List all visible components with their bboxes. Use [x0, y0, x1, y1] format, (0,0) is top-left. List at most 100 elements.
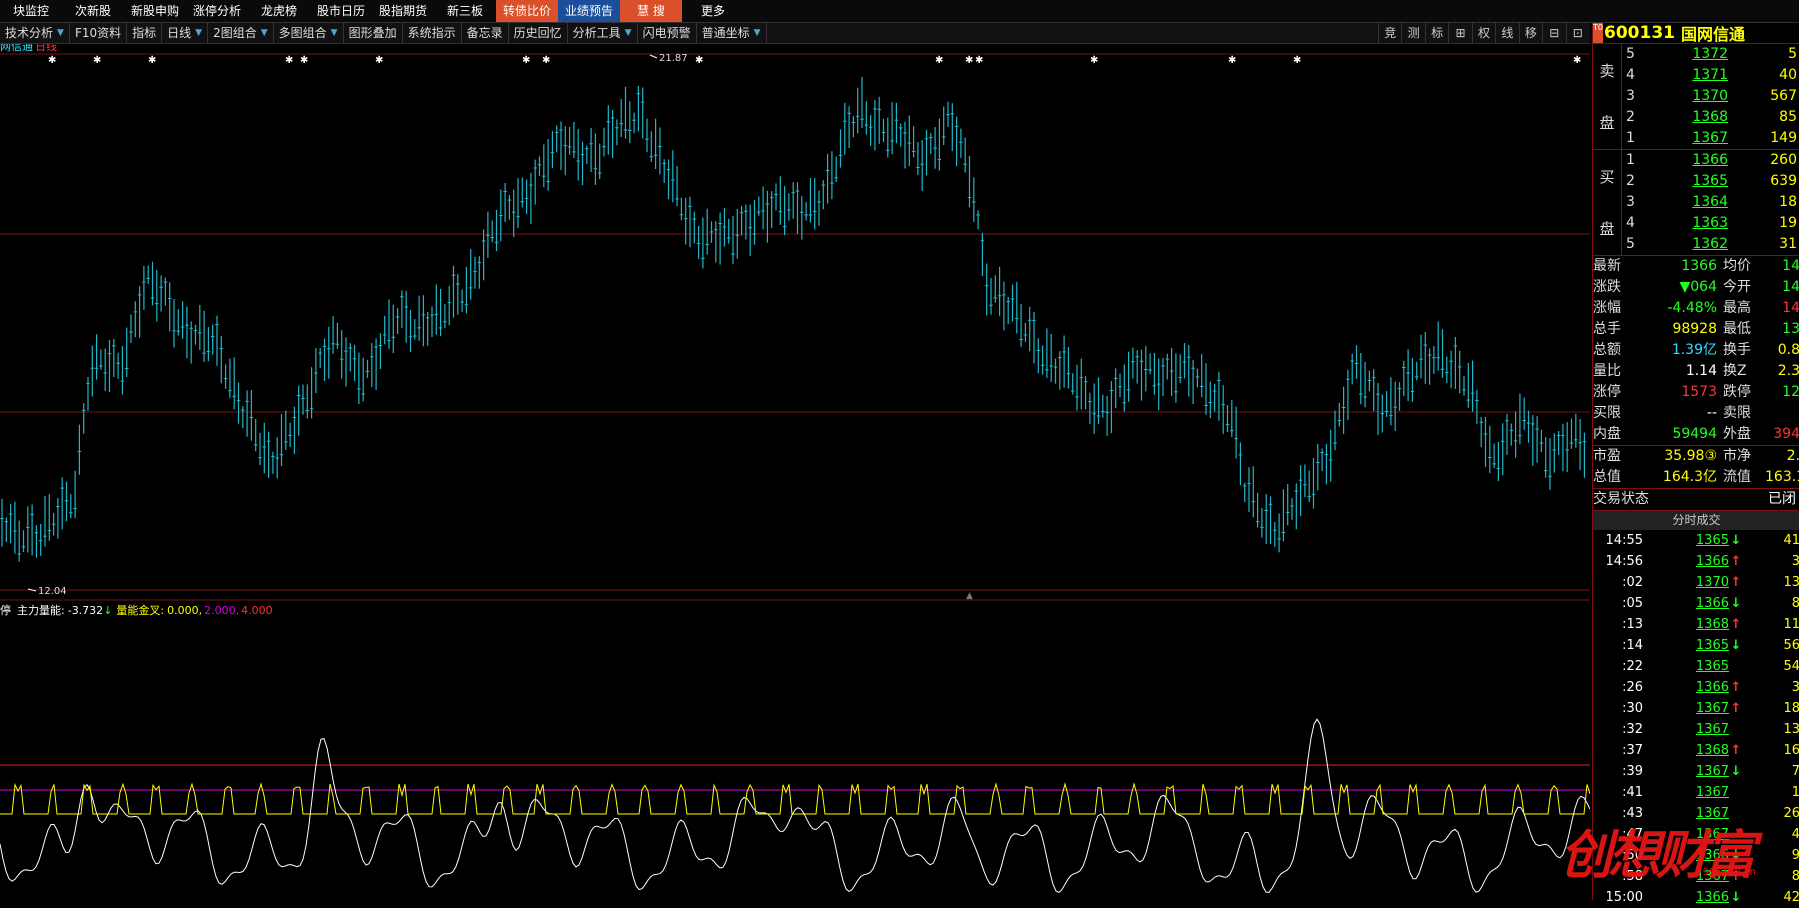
tick-list[interactable]: 14:55 1365 ↓ 41 14:56 1366 ↑ 3:02 1370 ↑ 13:05 1366… [1593, 530, 1799, 908]
tick-volume: 13 [1783, 575, 1799, 590]
buy-order-row[interactable]: 2 1365 639 [1622, 171, 1799, 192]
tick-time: :14 [1622, 638, 1643, 653]
buy-order-row[interactable]: 5 1362 31 [1622, 234, 1799, 255]
right-tool-1[interactable]: 测 [1401, 23, 1424, 43]
toolbar-item-10[interactable]: 分析工具 ▼ [568, 23, 638, 43]
buy-vol: 18 [1779, 194, 1797, 210]
ticks-header[interactable]: 分时成交 [1593, 510, 1799, 530]
buy-order-row[interactable]: 4 1363 19 [1622, 213, 1799, 234]
buy-level: 3 [1626, 194, 1635, 210]
tick-row: :47 1367 4 [1593, 824, 1799, 845]
sell-order-row[interactable]: 5 1372 5 [1622, 44, 1799, 65]
toolbar-item-1[interactable]: F10资料 [70, 23, 128, 43]
nav-item-11[interactable]: 更多 [682, 0, 744, 22]
nav-item-8[interactable]: 转债比价 [496, 0, 558, 22]
top-navigation: 块监控 次新股 新股申购 涨停分析 龙虎榜 股市日历 股指期货 新三板 转债比价 业绩预告慧 搜更… [0, 0, 1799, 23]
nav-item-1[interactable]: 次新股 [62, 0, 124, 22]
quote-l2: 市净 [1723, 448, 1751, 464]
event-marker[interactable]: ✱ [522, 55, 530, 66]
quote-l2: 卖限 [1723, 405, 1751, 421]
down-arrow-icon: ↓ [1730, 533, 1742, 548]
nav-item-10[interactable]: 慧 搜 [620, 0, 682, 22]
toolbar-item-label: 普通坐标 [701, 26, 750, 40]
dropdown-arrow-icon[interactable]: ▼ [331, 23, 338, 43]
nav-item-9[interactable]: 业绩预告 [558, 0, 620, 22]
nav-item-4[interactable]: 龙虎榜 [248, 0, 310, 22]
sell-order-row[interactable]: 2 1368 85 [1622, 107, 1799, 128]
sell-order-row[interactable]: 4 1371 40 [1622, 65, 1799, 86]
event-marker[interactable]: ✱ [975, 55, 983, 66]
tick-row: :32 1367 13 [1593, 719, 1799, 740]
right-tool-6[interactable]: 移 [1518, 23, 1542, 43]
sell-order-row[interactable]: 3 1370 567 [1622, 86, 1799, 107]
dropdown-arrow-icon[interactable]: ▼ [625, 23, 632, 43]
buy-order-row[interactable]: 3 1364 18 [1622, 192, 1799, 213]
event-marker[interactable]: ✱ [375, 55, 383, 66]
quote-row: 总手 98928 最低 13 [1593, 319, 1799, 340]
stock-name[interactable]: 国网信通 [1681, 21, 1745, 45]
buy-level: 5 [1626, 236, 1635, 252]
event-marker[interactable]: ✱ [965, 55, 973, 66]
toolbar-item-2[interactable]: 指标 [127, 23, 163, 43]
tick-price: 1367 [1695, 701, 1729, 716]
toolbar-item-11[interactable]: 闪电预警 [638, 23, 697, 43]
stock-code[interactable]: 600131 [1604, 23, 1675, 43]
event-marker[interactable]: ✱ [93, 55, 101, 66]
pane-splitter-icon[interactable]: ▲ [966, 591, 973, 601]
quote-l2: 今开 [1723, 279, 1751, 295]
nav-item-2[interactable]: 新股申购 [124, 0, 186, 22]
buy-price: 1365 [1692, 173, 1728, 189]
event-marker[interactable]: ✱ [542, 55, 550, 66]
toolbar-item-8[interactable]: 备忘录 [462, 23, 509, 43]
right-tool-7[interactable]: ⊟ [1542, 23, 1565, 43]
down-arrow-icon: ↓ [1730, 890, 1742, 905]
dropdown-arrow-icon[interactable]: ▼ [754, 23, 761, 43]
sell-price: 1372 [1692, 46, 1728, 62]
event-marker[interactable]: ✱ [300, 55, 308, 66]
nav-item-5[interactable]: 股市日历 [310, 0, 372, 22]
event-marker[interactable]: ✱ [1573, 55, 1581, 66]
toolbar-item-7[interactable]: 系统指示 [403, 23, 462, 43]
right-tool-8[interactable]: ⊡ [1565, 23, 1589, 43]
event-marker[interactable]: ✱ [1293, 55, 1301, 66]
quote-panel: T0 600131 国网信通 卖盘 5 1372 5 4 1371 40 3 1370 567 2… [1592, 21, 1799, 905]
nav-item-7[interactable]: 新三板 [434, 0, 496, 22]
toolbar-item-12[interactable]: 普通坐标 ▼ [697, 23, 767, 43]
quote-stats: 最新 1366 均价 14 涨跌 ▼064 今开 14 涨幅 -4.48% 最高 14 总手 98928 最… [1593, 255, 1799, 488]
toolbar-item-5[interactable]: 多图组合 ▼ [274, 23, 344, 43]
dropdown-arrow-icon[interactable]: ▼ [261, 23, 268, 43]
toolbar-item-4[interactable]: 2图组合 ▼ [208, 23, 274, 43]
event-marker[interactable]: ✱ [285, 55, 293, 66]
event-marker[interactable]: ✱ [1090, 55, 1098, 66]
right-tool-0[interactable]: 竞 [1378, 23, 1401, 43]
quote-l2: 最低 [1723, 321, 1751, 337]
right-tool-3[interactable]: ⊞ [1448, 23, 1471, 43]
toolbar-item-6[interactable]: 图形叠加 [344, 23, 403, 43]
right-tool-5[interactable]: 线 [1495, 23, 1518, 43]
toolbar-item-label: 技术分析 [5, 26, 54, 40]
sell-order-row[interactable]: 1 1367 149 [1622, 128, 1799, 149]
buy-order-row[interactable]: 1 1366 260 [1622, 150, 1799, 171]
nav-item-6[interactable]: 股指期货 [372, 0, 434, 22]
event-marker[interactable]: ✱ [148, 55, 156, 66]
dropdown-arrow-icon[interactable]: ▼ [195, 23, 202, 43]
right-tool-4[interactable]: 权 [1471, 23, 1495, 43]
buy-price: 1362 [1692, 236, 1728, 252]
nav-item-3[interactable]: 涨停分析 [186, 0, 248, 22]
down-arrow-icon: ↓ [1730, 596, 1742, 611]
toolbar-item-9[interactable]: 历史回忆 [509, 23, 568, 43]
toolbar-item-3[interactable]: 日线 ▼ [162, 23, 209, 43]
right-tool-2[interactable]: 标 [1424, 23, 1448, 43]
chart-area[interactable]: ▲ 网信通 日线 ✱ ✱ ✱ ✱ ✱ ✱ ✱ ✱ ✱ ✱ ✱ ✱ ✱ ✱ ✱ ✱ 21.87 12.04 停主力… [0, 44, 1590, 900]
down-arrow-icon: ↓ [1730, 848, 1742, 863]
nav-item-0[interactable]: 块监控 [0, 0, 62, 22]
tick-row: 14:55 1365 ↓ 41 [1593, 530, 1799, 551]
event-marker[interactable]: ✱ [695, 55, 703, 66]
event-marker[interactable]: ✱ [1228, 55, 1236, 66]
event-marker[interactable]: ✱ [935, 55, 943, 66]
tick-time: :37 [1622, 743, 1643, 758]
event-marker[interactable]: ✱ [48, 55, 56, 66]
toolbar-item-0[interactable]: 技术分析 ▼ [0, 23, 70, 43]
tick-row: :58 1367 ↑ 8 [1593, 866, 1799, 887]
dropdown-arrow-icon[interactable]: ▼ [57, 23, 64, 43]
